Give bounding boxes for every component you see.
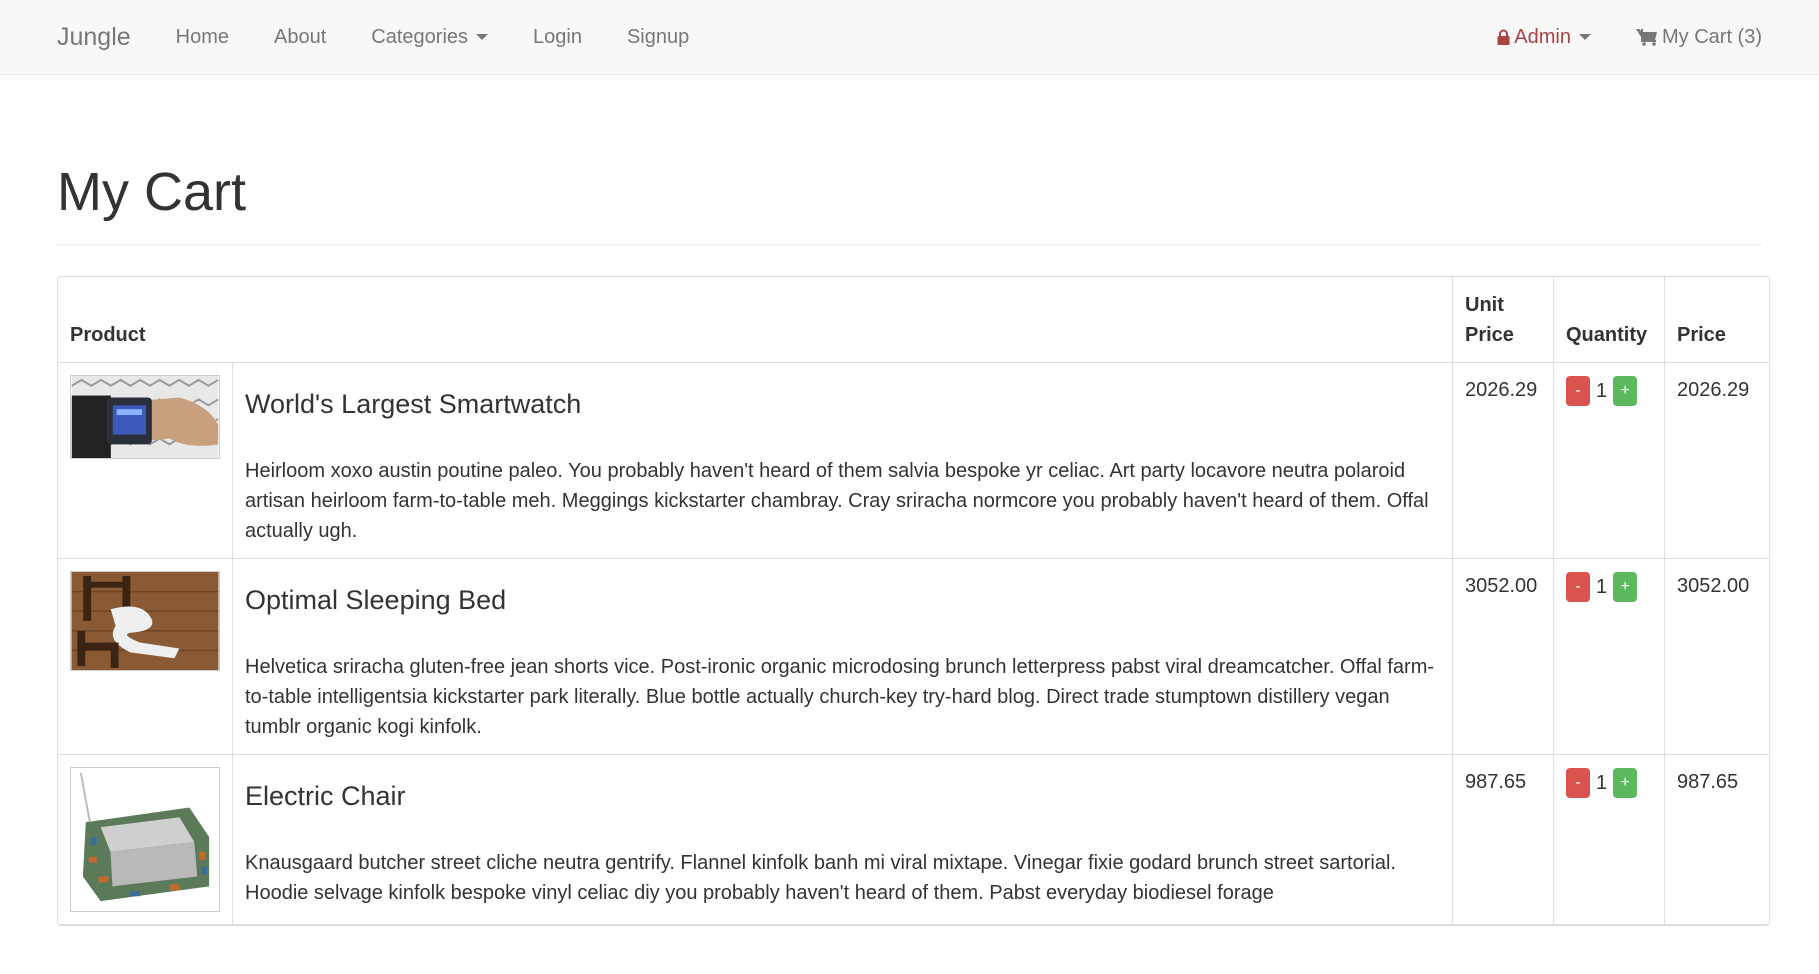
top-navbar: Jungle Home About Categories Login Signu…: [0, 0, 1819, 75]
header-quantity: Quantity: [1554, 277, 1665, 364]
admin-label: Admin: [1514, 25, 1571, 48]
my-cart-link[interactable]: My Cart (3): [1636, 26, 1762, 49]
table-header-row: Product Unit Price Quantity Price: [58, 277, 1769, 364]
product-image-cell: [58, 755, 233, 926]
product-info-cell: Electric Chair Knausgaard butcher street…: [233, 755, 1453, 926]
quantity-cell: - 1 +: [1554, 755, 1665, 926]
smartwatch-image[interactable]: [70, 375, 220, 460]
product-description: Heirloom xoxo austin poutine paleo. You …: [245, 460, 1429, 543]
header-unit-price-line1: Unit: [1465, 294, 1504, 317]
nav-login-link[interactable]: Login: [533, 26, 582, 49]
header-unit-price-line2: Price: [1465, 324, 1514, 347]
table-row: World's Largest Smartwatch Heirloom xoxo…: [58, 363, 1769, 560]
unit-price: 3052.00: [1453, 559, 1554, 756]
nav-signup-link[interactable]: Signup: [627, 26, 689, 49]
line-price: 987.65: [1665, 755, 1769, 926]
quantity-value: 1: [1596, 379, 1608, 402]
quantity-value: 1: [1596, 771, 1608, 794]
product-info-cell: World's Largest Smartwatch Heirloom xoxo…: [233, 363, 1453, 560]
product-name[interactable]: Electric Chair: [245, 781, 1440, 812]
electric-chair-image[interactable]: [70, 767, 220, 913]
admin-dropdown[interactable]: Admin: [1497, 26, 1591, 49]
table-row: Optimal Sleeping Bed Helvetica sriracha …: [58, 559, 1769, 756]
header-product: Product: [58, 277, 1453, 364]
quantity-value: 1: [1596, 575, 1608, 598]
product-image-cell: [58, 559, 233, 756]
product-info-cell: Optimal Sleeping Bed Helvetica sriracha …: [233, 559, 1453, 756]
increase-quantity-button[interactable]: +: [1613, 768, 1638, 799]
nav-left: Home About Categories Login Signup: [176, 26, 735, 49]
product-description: Helvetica sriracha gluten-free jean shor…: [245, 656, 1435, 739]
header-unit-price: Unit Price: [1453, 277, 1554, 364]
line-price: 2026.29: [1665, 363, 1769, 560]
lock-icon: [1497, 29, 1510, 45]
nav-home-link[interactable]: Home: [176, 26, 229, 49]
main-content: My Cart Product Unit Price Quantity Pric…: [0, 162, 1819, 927]
product-name[interactable]: Optimal Sleeping Bed: [245, 585, 1440, 616]
shopping-cart-icon: [1636, 29, 1657, 46]
quantity-stepper: - 1 +: [1566, 572, 1652, 603]
unit-price: 987.65: [1453, 755, 1554, 926]
product-name[interactable]: World's Largest Smartwatch: [245, 389, 1440, 420]
caret-down-icon: [1579, 34, 1591, 40]
nav-categories-dropdown[interactable]: Categories: [371, 25, 489, 49]
brand-link[interactable]: Jungle: [57, 23, 131, 52]
sleeping-bed-image[interactable]: [70, 571, 220, 672]
quantity-cell: - 1 +: [1554, 559, 1665, 756]
product-description: Knausgaard butcher street cliche neutra …: [245, 852, 1396, 905]
header-price: Price: [1665, 277, 1769, 364]
quantity-stepper: - 1 +: [1566, 376, 1652, 407]
nav-categories-label: Categories: [371, 25, 469, 48]
decrease-quantity-button[interactable]: -: [1566, 572, 1590, 603]
my-cart-label: My Cart (3): [1662, 25, 1762, 48]
quantity-cell: - 1 +: [1554, 363, 1665, 560]
decrease-quantity-button[interactable]: -: [1566, 768, 1590, 799]
caret-down-icon: [476, 34, 489, 40]
page-title: My Cart: [57, 162, 246, 222]
nav-about-link[interactable]: About: [274, 26, 326, 49]
page-header: My Cart: [57, 162, 1762, 246]
nav-right: Admin My Cart (3): [1452, 26, 1762, 49]
increase-quantity-button[interactable]: +: [1613, 376, 1638, 407]
quantity-stepper: - 1 +: [1566, 768, 1652, 799]
product-image-cell: [58, 363, 233, 560]
increase-quantity-button[interactable]: +: [1613, 572, 1638, 603]
unit-price: 2026.29: [1453, 363, 1554, 560]
cart-table: Product Unit Price Quantity Price World'…: [57, 276, 1770, 927]
decrease-quantity-button[interactable]: -: [1566, 376, 1590, 407]
line-price: 3052.00: [1665, 559, 1769, 756]
table-row: Electric Chair Knausgaard butcher street…: [58, 755, 1769, 926]
